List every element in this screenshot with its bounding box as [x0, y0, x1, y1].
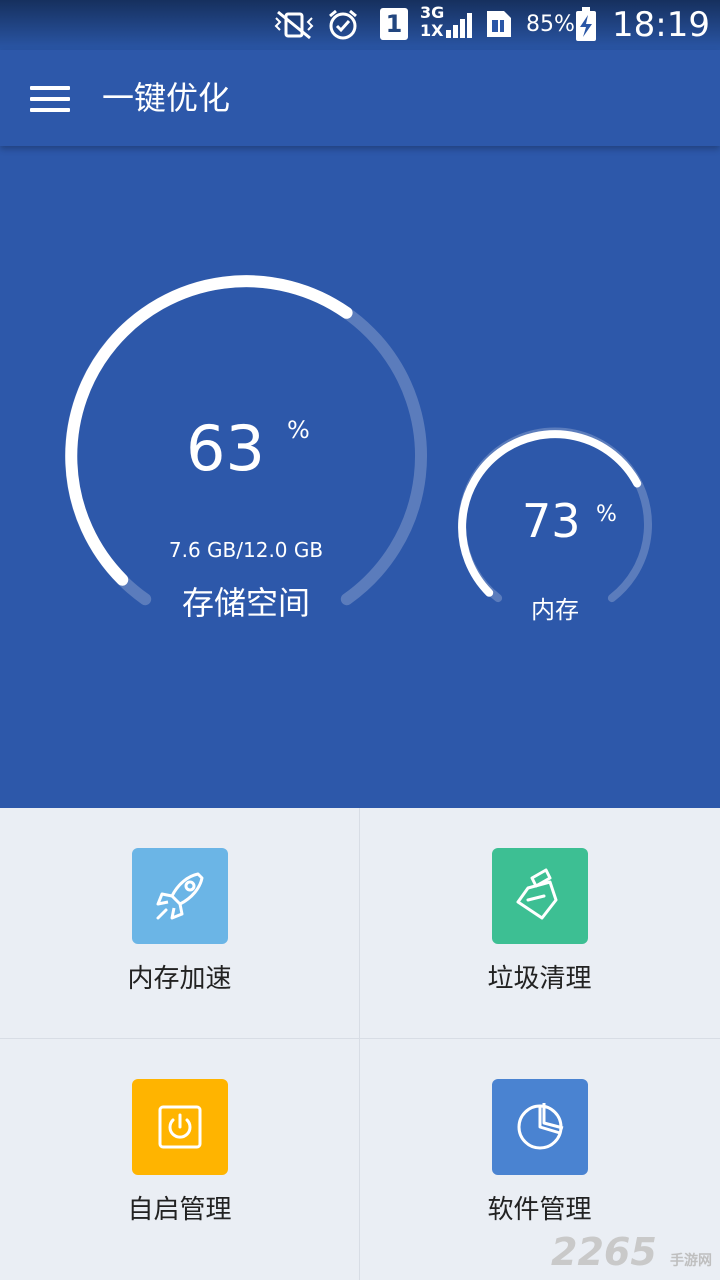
storage-percent-sign: % [287, 416, 310, 444]
pie-chart-icon [492, 1079, 588, 1175]
memory-gauge[interactable]: 73 % 内存 [448, 420, 662, 634]
autostart-manager-button[interactable]: 自启管理 [0, 1039, 359, 1269]
status-bar: 1 3G 1X 85% 18:19 [0, 0, 720, 50]
alarm-icon [326, 8, 360, 53]
broom-icon [492, 848, 588, 944]
signal-icon [444, 10, 476, 51]
memory-percent-sign: % [596, 502, 617, 527]
hamburger-menu-icon[interactable] [30, 86, 70, 112]
vibrate-mute-icon [272, 10, 316, 51]
storage-label: 存储空间 [181, 584, 310, 622]
page-title: 一键优化 [102, 79, 231, 117]
storage-percent-value: 63 [186, 412, 265, 485]
sim-card-indicator: 1 [380, 8, 408, 40]
battery-percent: 85% [526, 12, 575, 37]
feature-grid: 内存加速 垃圾清理 自启管理 软件管理 2265 手游网 [0, 808, 720, 1280]
autostart-manager-label: 自启管理 [127, 1195, 232, 1225]
sim-card-icon [484, 8, 514, 51]
memory-percent-value: 73 [522, 494, 581, 548]
network-type: 3G 1X [420, 3, 445, 40]
app-manager-label: 软件管理 [487, 1195, 592, 1225]
rocket-icon [132, 848, 228, 944]
junk-clean-label: 垃圾清理 [487, 964, 592, 994]
app-bar: 一键优化 [0, 50, 720, 146]
memory-boost-label: 内存加速 [127, 964, 232, 994]
watermark-logo: 2265 手游网 [551, 1230, 712, 1274]
storage-gauge[interactable]: 63 % 7.6 GB/12.0 GB 存储空间 [56, 266, 436, 646]
battery-charging-icon [574, 6, 598, 53]
hero-panel: 63 % 7.6 GB/12.0 GB 存储空间 73 % 内存 [0, 146, 720, 808]
clock-time: 18:19 [612, 5, 710, 45]
memory-label: 内存 [531, 596, 579, 624]
memory-boost-button[interactable]: 内存加速 [0, 808, 359, 1038]
power-icon [132, 1079, 228, 1175]
storage-usage-detail: 7.6 GB/12.0 GB [168, 538, 324, 562]
junk-clean-button[interactable]: 垃圾清理 [360, 808, 719, 1038]
